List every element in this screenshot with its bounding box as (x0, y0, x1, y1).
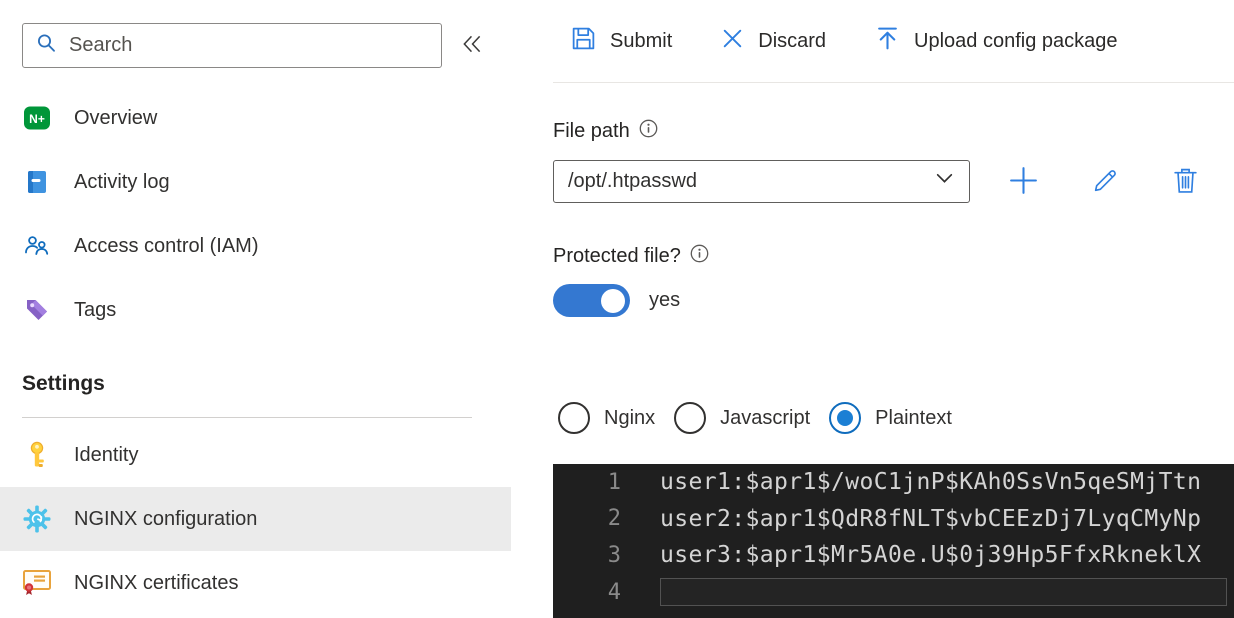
upload-config-package-button[interactable]: Upload config package (874, 25, 1118, 58)
file-path-label: File path (553, 120, 630, 142)
chevron-down-icon (934, 168, 955, 195)
search-field[interactable] (69, 34, 429, 57)
delete-file-button[interactable] (1172, 166, 1199, 198)
file-path-row: /opt/.htpasswd (553, 160, 1199, 203)
file-path-select[interactable]: /opt/.htpasswd (553, 160, 970, 203)
sidebar-divider (22, 417, 472, 418)
sidebar-item-label: Access control (IAM) (74, 234, 259, 257)
info-icon[interactable] (690, 244, 709, 269)
info-icon[interactable] (639, 119, 658, 144)
radio-javascript[interactable]: Javascript (674, 402, 810, 434)
gear-icon (22, 504, 52, 534)
toggle-knob (601, 288, 625, 313)
sidebar-item-tags[interactable]: Tags (0, 278, 511, 342)
double-chevron-left-icon (460, 32, 484, 59)
sidebar-search-row (22, 23, 500, 68)
syntax-radio-group: Nginx Javascript Plaintext (558, 402, 952, 434)
sidebar-item-nginx-certificates[interactable]: NGINX certificates (0, 551, 511, 615)
editor-line-2: 2 user2:$apr1$QdR8fNLT$vbCEEzDj7LyqCMyNp (553, 501, 1234, 538)
nginx-logo-icon: N+ (22, 103, 52, 133)
app-window: N+ Overview Activity log Access control (IA… (0, 0, 1234, 618)
key-icon (22, 440, 52, 470)
file-path-value: /opt/.htpasswd (568, 170, 697, 192)
file-path-actions (1008, 165, 1199, 199)
sidebar-item-nginx-configuration[interactable]: NGINX configuration (0, 487, 511, 551)
line-text: user3:$apr1$Mr5A0e.U$0j39Hp5FfxRkneklX (660, 542, 1202, 569)
radio-nginx[interactable]: Nginx (558, 402, 655, 434)
toolbar-button-label: Upload config package (914, 29, 1118, 52)
sidebar-collapse-button[interactable] (460, 32, 484, 59)
radio-label: Javascript (720, 406, 811, 429)
sidebar-item-label: NGINX certificates (74, 571, 239, 594)
radio-circle (558, 402, 590, 434)
sidebar-item-label: NGINX configuration (74, 507, 258, 530)
trash-icon (1172, 166, 1199, 198)
svg-text:N+: N+ (29, 112, 45, 126)
editor-line-4: 4 (553, 574, 1234, 611)
sidebar: N+ Overview Activity log Access control (IA… (0, 0, 511, 618)
line-number: 1 (607, 469, 621, 495)
activity-log-icon (22, 167, 52, 197)
protected-file-value: yes (649, 289, 681, 311)
line-number: 4 (607, 579, 621, 605)
search-input[interactable] (22, 23, 442, 68)
line-number: 2 (607, 506, 621, 532)
close-icon (720, 26, 745, 57)
sidebar-item-overview[interactable]: N+ Overview (0, 86, 511, 150)
radio-circle (829, 402, 862, 434)
sidebar-item-activity-log[interactable]: Activity log (0, 150, 511, 214)
sidebar-item-label: Activity log (74, 170, 170, 193)
radio-circle (674, 402, 707, 434)
sidebar-nav-settings: Identity NGINX configuration NGINX certifi… (0, 423, 511, 615)
certificate-icon (22, 568, 52, 598)
sidebar-item-identity[interactable]: Identity (0, 423, 511, 487)
current-line-box (660, 578, 1227, 607)
radio-label: Plaintext (875, 406, 952, 429)
sidebar-item-access-control-iam[interactable]: Access control (IAM) (0, 214, 511, 278)
radio-label: Nginx (604, 406, 656, 429)
access-control-icon (22, 231, 52, 261)
toolbar-button-label: Submit (610, 29, 673, 52)
sidebar-nav: N+ Overview Activity log Access control (IA… (0, 86, 511, 615)
plus-icon (1008, 165, 1039, 199)
save-icon (570, 25, 597, 58)
line-text: user1:$apr1$/woC1jnP$KAh0SsVn5qeSMjTtn (660, 469, 1202, 496)
sidebar-nav-top: N+ Overview Activity log Access control (IA… (0, 86, 511, 342)
sidebar-item-label: Overview (74, 106, 158, 129)
sidebar-item-label: Identity (74, 443, 139, 466)
search-icon (35, 32, 57, 59)
code-editor[interactable]: 1 user1:$apr1$/woC1jnP$KAh0SsVn5qeSMjTtn 2… (553, 464, 1234, 618)
sidebar-settings-header: Settings (22, 372, 105, 395)
radio-plaintext[interactable]: Plaintext (829, 402, 952, 434)
toolbar-button-label: Discard (758, 29, 827, 52)
protected-file-label: Protected file? (553, 245, 681, 267)
line-number: 3 (607, 542, 621, 568)
edit-file-button[interactable] (1091, 166, 1120, 198)
file-path-label-row: File path (553, 119, 658, 144)
command-bar: Submit Discard Upload config package (553, 0, 1234, 83)
content-pane: Submit Discard Upload config package File … (553, 0, 1234, 618)
discard-button[interactable]: Discard (720, 26, 826, 57)
editor-line-3: 3 user3:$apr1$Mr5A0e.U$0j39Hp5FfxRkneklX (553, 537, 1234, 574)
line-text: user2:$apr1$QdR8fNLT$vbCEEzDj7LyqCMyNp (660, 505, 1202, 532)
add-file-button[interactable] (1008, 165, 1039, 199)
submit-button[interactable]: Submit (570, 25, 672, 58)
upload-icon (874, 25, 901, 58)
pencil-icon (1091, 166, 1120, 198)
tags-icon (22, 295, 52, 325)
protected-file-label-row: Protected file? (553, 244, 709, 269)
editor-line-1: 1 user1:$apr1$/woC1jnP$KAh0SsVn5qeSMjTtn (553, 464, 1234, 501)
sidebar-item-label: Tags (74, 298, 117, 321)
protected-file-toggle-row: yes (553, 284, 680, 317)
protected-file-toggle[interactable] (553, 284, 630, 317)
